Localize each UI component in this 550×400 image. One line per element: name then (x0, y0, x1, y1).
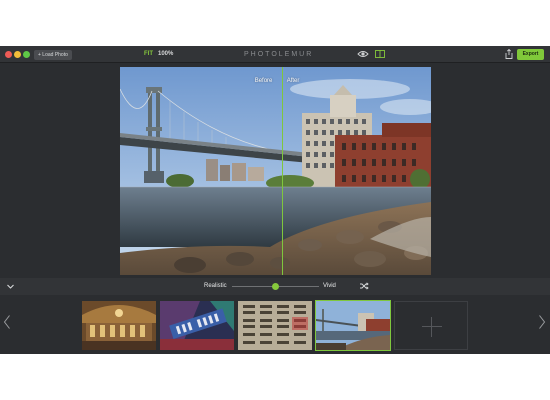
load-photo-button[interactable]: + Load Photo (34, 50, 72, 60)
close-window-button[interactable] (5, 51, 12, 58)
style-slider-knob[interactable] (272, 283, 279, 290)
thumbnail-image (238, 301, 312, 350)
after-label: After (286, 78, 300, 84)
thumbnail-station-interior[interactable] (82, 301, 156, 350)
zoom-level[interactable]: 100% (158, 50, 173, 59)
add-photo-slot[interactable] (394, 301, 468, 350)
before-label: Before (254, 78, 273, 84)
thumbnail-image (316, 301, 390, 350)
export-button[interactable]: Export (517, 49, 544, 60)
thumbnail-bridge-and-buildings[interactable] (315, 300, 391, 351)
app-title: PHOTOLEMUR (244, 51, 314, 58)
split-view-icon[interactable] (375, 50, 385, 58)
photo-image (120, 67, 431, 275)
plus-icon (422, 326, 442, 327)
share-icon[interactable] (505, 49, 513, 59)
minimize-window-button[interactable] (14, 51, 21, 58)
chevron-right-icon[interactable] (538, 314, 546, 330)
chevron-down-icon[interactable] (6, 282, 15, 291)
eye-icon[interactable] (357, 50, 369, 58)
filmstrip (0, 296, 550, 354)
fit-button[interactable]: FIT (144, 50, 153, 59)
photolemur-window: + Load Photo FIT 100% PHOTOLEMUR Export (0, 46, 550, 354)
shuffle-icon[interactable] (359, 281, 369, 291)
realistic-label: Realistic (204, 283, 227, 289)
before-after-divider[interactable] (281, 67, 284, 275)
plus-icon-vertical (431, 317, 432, 337)
thumbnail-typography-grid[interactable] (238, 301, 312, 350)
chevron-left-icon[interactable] (3, 314, 11, 330)
thumbnail-image (82, 301, 156, 350)
title-bar: + Load Photo FIT 100% PHOTOLEMUR Export (0, 46, 550, 63)
adjustment-bar: Realistic Vivid (0, 278, 550, 295)
photo-preview[interactable]: Before After (120, 67, 431, 275)
thumbnail-image (160, 301, 234, 350)
vivid-label: Vivid (323, 283, 336, 289)
zoom-window-button[interactable] (23, 51, 30, 58)
thumbnail-new-york-sign[interactable] (160, 301, 234, 350)
